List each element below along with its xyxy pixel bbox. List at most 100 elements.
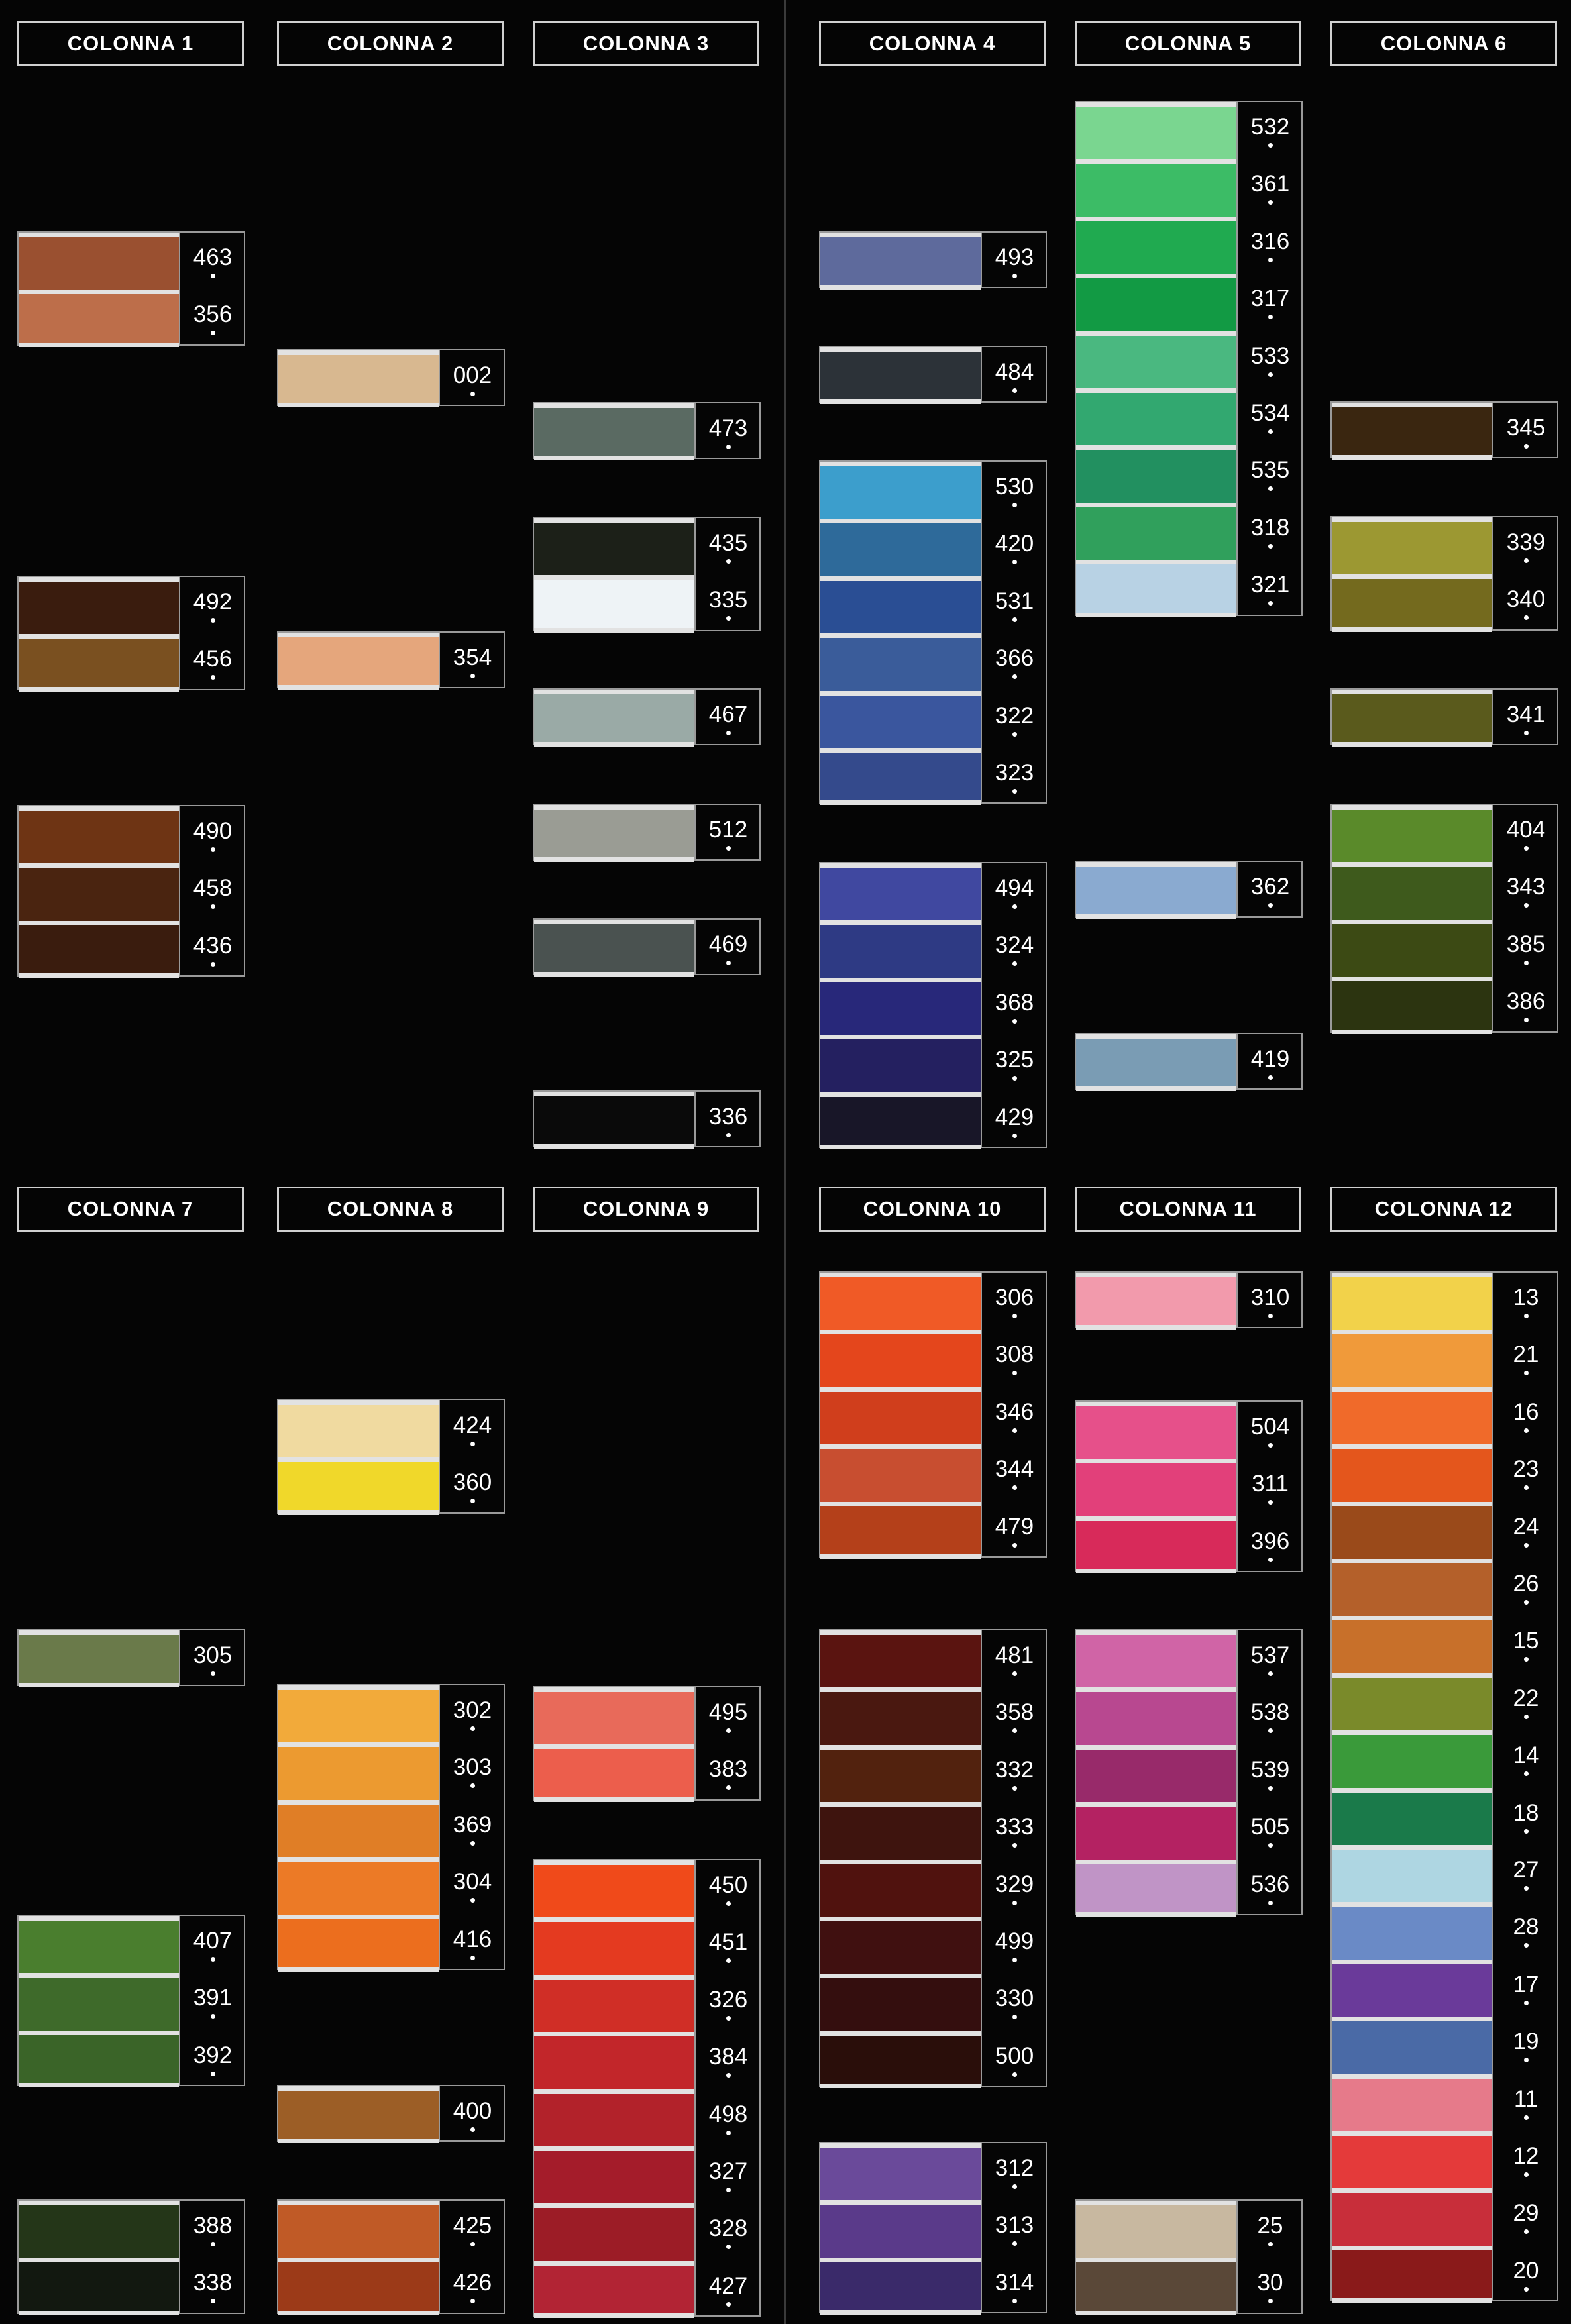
dot-marker [1012, 560, 1017, 564]
color-code: 385 [1506, 931, 1546, 957]
color-swatch [1076, 2258, 1236, 2315]
color-code: 481 [995, 1642, 1034, 1668]
color-swatch [820, 347, 981, 404]
swatch-label: 21 [1493, 1330, 1558, 1387]
swatch-group: 504 311 396 [1075, 1400, 1303, 1573]
color-code: 538 [1250, 1699, 1290, 1725]
swatch-group: 473 [533, 402, 761, 460]
color-code: 386 [1506, 988, 1546, 1014]
color-swatch [1076, 445, 1236, 503]
color-swatch [820, 2200, 981, 2258]
dot-marker [1523, 731, 1529, 735]
color-code: 310 [1250, 1285, 1290, 1310]
color-swatch [820, 1330, 981, 1387]
color-swatch [820, 978, 981, 1035]
column-header-2: COLONNA 2 [277, 21, 504, 66]
dot-marker [1523, 2287, 1529, 2292]
color-code: 360 [453, 1469, 492, 1495]
swatch-label: 383 [696, 1744, 761, 1802]
swatch-group: 312 313 314 [819, 2142, 1047, 2315]
color-code: 493 [995, 244, 1034, 270]
swatch-label: 22 [1493, 1673, 1558, 1730]
dot-marker [1012, 2184, 1017, 2189]
color-swatch [1076, 1860, 1236, 1917]
color-swatch [19, 2031, 179, 2087]
swatch-label: 27 [1493, 1845, 1558, 1902]
color-code: 28 [1513, 1914, 1539, 1940]
page-fold [784, 0, 786, 2324]
color-swatch [1332, 1273, 1492, 1330]
dot-marker [470, 2127, 475, 2132]
swatch-label: 306 [982, 1273, 1047, 1330]
color-swatch [1332, 1616, 1492, 1673]
swatch-label: 458 [180, 863, 245, 921]
dot-marker [210, 904, 215, 909]
color-swatch [1076, 1516, 1236, 1573]
swatch-label: 345 [1493, 403, 1558, 460]
color-code: 416 [453, 1927, 492, 1952]
swatch-label: 12 [1493, 2131, 1558, 2188]
swatch-label: 303 [440, 1742, 505, 1800]
swatch-group: 002 [277, 349, 505, 407]
color-swatch [820, 1387, 981, 1444]
color-code: 328 [708, 2215, 748, 2241]
color-code: 12 [1513, 2143, 1539, 2169]
dot-marker [1268, 2242, 1273, 2246]
swatch-group: 484 [819, 346, 1047, 404]
swatch-label: 451 [696, 1917, 761, 1975]
color-code: 362 [1250, 874, 1290, 900]
dot-marker [1012, 388, 1017, 393]
swatch-label: 429 [982, 1092, 1047, 1149]
color-swatch [1332, 1902, 1492, 1960]
color-swatch [820, 920, 981, 978]
color-swatch [278, 1742, 439, 1800]
swatch-label: 322 [982, 691, 1047, 748]
color-swatch [1332, 1788, 1492, 1845]
color-code: 369 [453, 1812, 492, 1838]
dot-marker [210, 331, 215, 335]
color-code: 424 [453, 1412, 492, 1438]
dot-marker [1523, 1543, 1529, 1548]
color-swatch [1332, 517, 1492, 574]
color-code: 314 [995, 2270, 1034, 2296]
dot-marker [726, 846, 731, 851]
color-code: 317 [1250, 286, 1290, 311]
color-swatch [1332, 1559, 1492, 1616]
color-code: 344 [995, 1456, 1034, 1482]
color-swatch [534, 575, 694, 633]
dot-marker [1012, 1428, 1017, 1433]
dot-marker [1523, 1371, 1529, 1375]
color-code: 326 [708, 1987, 748, 2013]
dot-marker [1523, 1314, 1529, 1318]
color-swatch [1076, 331, 1236, 388]
dot-marker [1268, 1671, 1273, 1676]
color-code: 305 [193, 1642, 233, 1668]
color-swatch [19, 806, 179, 863]
dot-marker [1012, 904, 1017, 909]
color-code: 15 [1513, 1628, 1539, 1654]
color-code: 321 [1250, 572, 1290, 598]
color-swatch [820, 2143, 981, 2200]
swatch-label: 333 [982, 1802, 1047, 1860]
color-swatch [820, 1630, 981, 1687]
swatch-label: 19 [1493, 2017, 1558, 2074]
color-code: 27 [1513, 1857, 1539, 1883]
color-code: 492 [193, 589, 233, 615]
swatch-label: 16 [1493, 1387, 1558, 1444]
dot-marker [1268, 1075, 1273, 1080]
dot-marker [1523, 846, 1529, 851]
color-code: 400 [453, 2098, 492, 2124]
dot-marker [1268, 544, 1273, 549]
color-swatch [820, 1092, 981, 1149]
swatch-label: 385 [1493, 920, 1558, 977]
swatch-label: 498 [696, 2089, 761, 2146]
swatch-label: 20 [1493, 2246, 1558, 2303]
color-code: 427 [708, 2273, 748, 2299]
dot-marker [1523, 1829, 1529, 1834]
swatch-group: 512 [533, 804, 761, 862]
dot-marker [1268, 903, 1273, 908]
dot-marker [1268, 372, 1273, 377]
dot-marker [210, 962, 215, 967]
color-code: 16 [1513, 1399, 1539, 1425]
color-swatch [534, 403, 694, 460]
